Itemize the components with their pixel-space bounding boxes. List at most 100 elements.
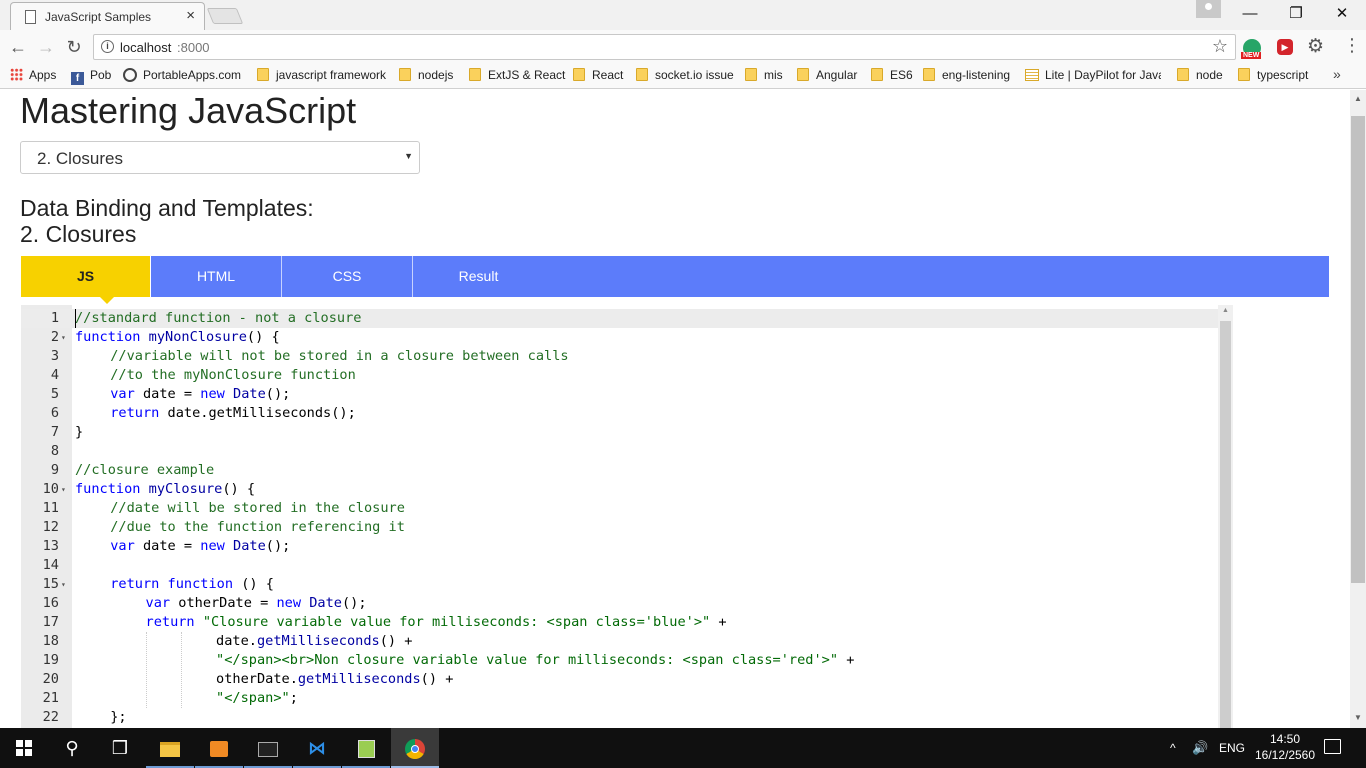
restore-button[interactable]: ❐ [1273,0,1319,28]
bookmark-item[interactable]: eng-listening [923,68,1010,82]
video-extension-icon[interactable]: ▶ [1277,39,1293,55]
tab-css[interactable]: CSS [282,256,413,297]
reload-icon[interactable]: ↻ [62,35,86,59]
editor-scroll-thumb[interactable] [1220,321,1231,728]
code-line: 16 var otherDate = new Date(); [21,594,1218,613]
bookmark-item[interactable]: typescript [1238,68,1308,82]
forward-icon[interactable]: → [34,35,58,59]
tab-result[interactable]: Result [413,256,544,297]
bookmark-label: socket.io issue [655,68,734,82]
bookmark-item[interactable]: Apps [10,68,56,82]
bookmark-item[interactable]: f Pob [71,68,111,85]
tab-html[interactable]: HTML [151,256,282,297]
scroll-down-icon[interactable]: ▼ [1350,713,1366,722]
vscode-icon[interactable]: ⋈ [293,728,341,768]
bookmark-item[interactable]: socket.io issue [636,68,734,82]
bookmark-label: PortableApps.com [143,68,242,82]
bookmark-item[interactable]: Angular [797,68,857,82]
text-cursor [75,309,76,328]
media-player-icon[interactable] [195,728,243,768]
line-number: 3 [50,348,59,364]
code-text: }; [110,708,126,727]
tab-close-icon[interactable]: × [186,7,195,24]
code-token: Date [309,595,342,611]
fold-arrow-icon[interactable]: ▾ [61,328,71,347]
new-tab-button[interactable] [206,8,244,24]
line-number: 7 [50,424,59,440]
bookmark-item[interactable]: node [1177,68,1223,82]
task-view-icon[interactable]: ❒ [96,728,144,768]
page-scrollbar[interactable]: ▲ ▼ [1350,90,1366,728]
code-line: 3 //variable will not be stored in a clos… [21,347,1218,366]
file-explorer-icon[interactable] [146,728,194,768]
fold-arrow-icon[interactable]: ▾ [61,575,71,594]
code-token: otherDate. [216,671,298,687]
clock-time: 14:50 [1269,732,1301,746]
sample-select[interactable]: 2. Closures ▼ [20,141,420,174]
page-scroll-thumb[interactable] [1351,116,1365,583]
tab-js[interactable]: JS [21,256,151,297]
notepad-plus-icon[interactable] [342,728,390,768]
code-token: var [110,386,143,402]
extension-new-badge: NEW [1241,52,1262,59]
info-icon[interactable]: i [101,40,114,53]
folder-icon [257,68,269,81]
bookmark-star-icon[interactable]: ☆ [1212,36,1228,57]
bookmarks-more-icon[interactable]: » [1333,66,1341,82]
bookmark-label: nodejs [418,68,454,82]
apps-grid-icon [10,68,23,81]
fold-arrow-icon[interactable]: ▾ [61,480,71,499]
minimize-button[interactable]: — [1227,0,1273,28]
scroll-up-icon[interactable]: ▲ [1350,94,1366,103]
code-token: new [276,595,310,611]
close-window-button[interactable]: ✕ [1319,0,1365,28]
bookmark-item[interactable]: mis [745,68,783,82]
code-line: 15 ▾ return function () { [21,575,1218,594]
code-token: function [75,329,149,345]
line-number: 12 [42,519,59,535]
terminal-icon[interactable] [244,728,292,768]
tray-chevron-icon[interactable]: ^ [1170,728,1176,768]
bookmark-item[interactable]: Lite | DayPilot for Java [1025,68,1161,82]
profile-icon[interactable] [1196,0,1221,18]
bookmark-item[interactable]: ExtJS & React [469,68,565,82]
code-token: date = [143,538,201,554]
bookmark-item[interactable]: ES6 [871,68,913,82]
code-token: otherDate = [178,595,277,611]
language-indicator[interactable]: ENG [1219,728,1245,768]
scroll-up-icon[interactable]: ▲ [1218,307,1233,314]
code-token: Date [233,538,266,554]
page-title: Mastering JavaScript [20,90,357,131]
search-icon[interactable]: ⚲ [48,728,96,768]
section-heading: Data Binding and Templates: [20,195,314,221]
code-text: return function () { [110,575,274,594]
code-token: () { [246,329,280,345]
volume-icon[interactable]: 🔊 [1192,728,1208,768]
code-token: function [167,576,242,592]
code-text: //variable will not be stored in a closu… [110,347,568,366]
clock[interactable]: 14:50 16/12/2560 [1253,731,1317,763]
code-text: "</span><br>Non closure variable value f… [216,651,854,670]
bookmark-item[interactable]: PortableApps.com [123,68,241,82]
select-value: 2. Closures [37,149,123,168]
back-icon[interactable]: ← [6,35,30,59]
browser-menu-icon[interactable]: ⋮ [1343,35,1361,56]
line-number: 21 [42,690,59,706]
browser-tab[interactable]: JavaScript Samples × [10,2,205,30]
bookmark-item[interactable]: javascript framework [257,68,386,82]
editor-scrollbar[interactable]: ▲ [1218,305,1233,728]
code-editor[interactable]: 1//standard function - not a closure 2 ▾ fu… [21,305,1233,728]
code-line: 11 //date will be stored in the closure [21,499,1218,518]
action-center-icon[interactable] [1324,739,1341,754]
bookmark-item[interactable]: nodejs [399,68,453,82]
code-text: //due to the function referencing it [110,518,405,537]
code-token: () { [222,481,256,497]
bookmark-label: mis [764,68,783,82]
code-text: otherDate.getMilliseconds() + [216,670,453,689]
settings-gear-icon[interactable]: ⚙ [1307,35,1324,58]
folder-icon [745,68,757,81]
chrome-icon[interactable] [391,728,439,768]
start-button[interactable] [0,728,48,768]
address-bar[interactable]: i localhost :8000 ☆ [93,34,1236,60]
bookmark-item[interactable]: React [573,68,623,82]
